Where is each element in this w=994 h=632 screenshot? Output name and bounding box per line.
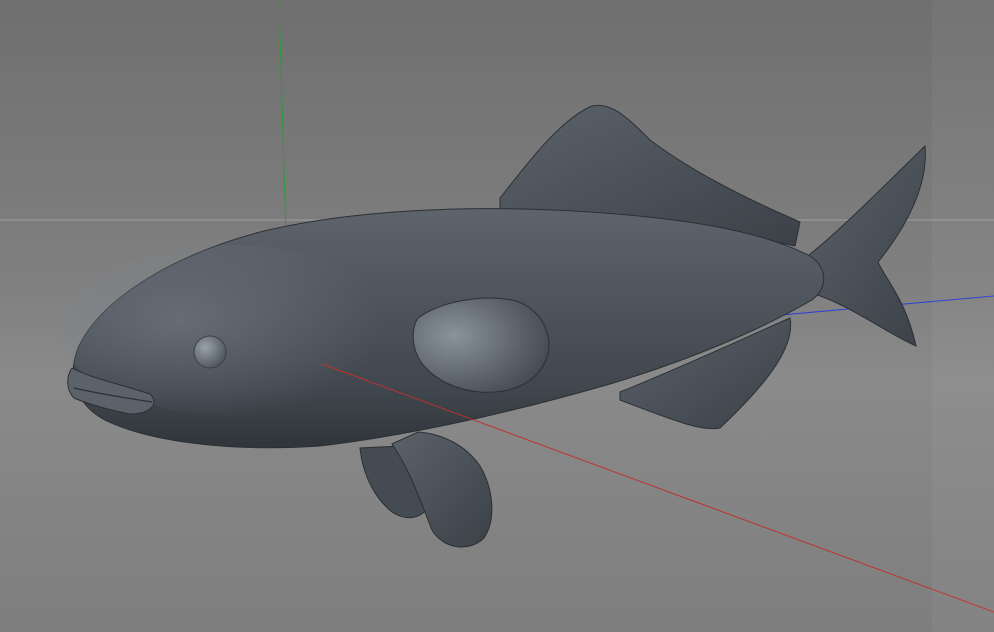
viewport-edge-shade (932, 0, 994, 632)
y-axis-line (278, 0, 287, 237)
tail-fin[interactable] (799, 144, 926, 347)
3d-viewport[interactable] (0, 0, 994, 632)
viewport-canvas[interactable] (0, 0, 994, 632)
fish-eye[interactable] (193, 335, 227, 369)
